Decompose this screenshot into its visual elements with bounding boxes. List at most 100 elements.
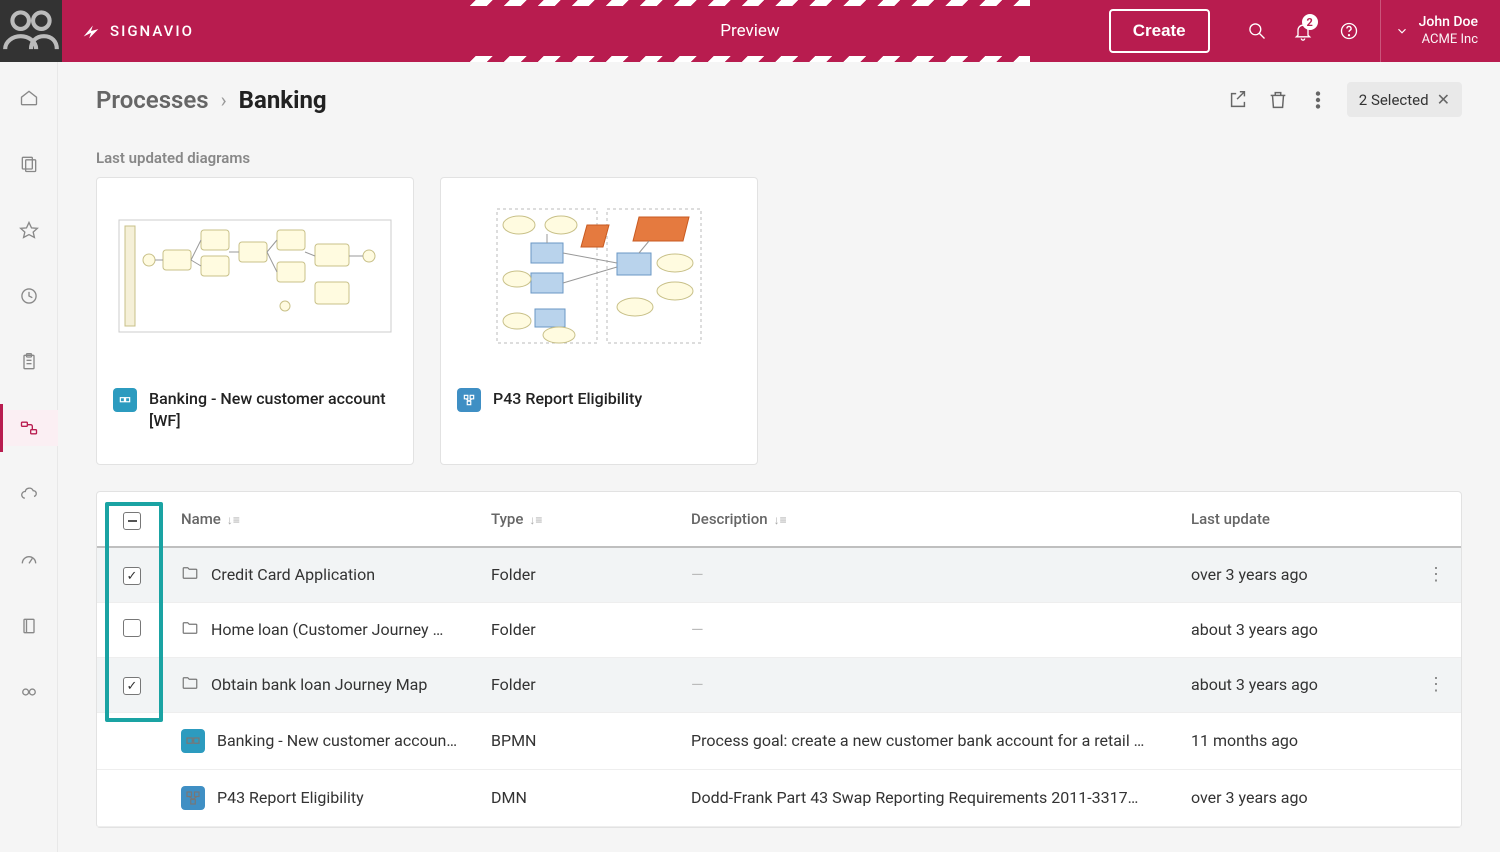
row-checkbox[interactable] [123, 677, 141, 695]
rail-links[interactable] [0, 674, 58, 710]
items-table: Name↓≡ Type↓≡ Description↓≡ Last update … [96, 491, 1462, 828]
bpmn-badge-icon [113, 388, 137, 412]
clear-selection-button[interactable]: ✕ [1437, 90, 1450, 109]
app-bar: SIGNAVIO Preview Create 2 John Doe ACME … [0, 0, 1500, 62]
row-description: — [691, 620, 704, 639]
row-more-button[interactable]: ⋮ [1427, 564, 1445, 585]
sort-icon: ↓≡ [529, 513, 542, 527]
left-rail [0, 62, 58, 852]
star-icon [19, 220, 39, 240]
brand[interactable]: SIGNAVIO [62, 20, 212, 42]
app-switcher[interactable] [0, 0, 62, 62]
breadcrumb-current: Banking [239, 86, 327, 114]
rail-recent[interactable] [0, 278, 58, 314]
breadcrumb-root[interactable]: Processes [96, 86, 209, 114]
row-description: — [691, 675, 704, 694]
user-org: ACME Inc [1419, 32, 1478, 48]
row-name-text: Obtain bank loan Journey Map [211, 675, 427, 694]
user-menu[interactable]: John Doe ACME Inc [1380, 0, 1500, 62]
card-title: Banking - New customer account [WF] [149, 388, 397, 431]
dmn-thumb-icon [489, 201, 709, 351]
breadcrumb: Processes › Banking [96, 86, 327, 114]
rail-collab[interactable] [0, 476, 58, 512]
row-last-update: over 3 years ago [1191, 565, 1308, 584]
diagram-thumbnail [97, 178, 413, 374]
rail-docs[interactable] [0, 608, 58, 644]
export-button[interactable] [1227, 89, 1249, 111]
notifications-badge: 2 [1302, 14, 1318, 30]
row-description: Dodd-Frank Part 43 Swap Reporting Requir… [691, 788, 1151, 807]
delete-button[interactable] [1267, 89, 1289, 111]
row-description: Process goal: create a new customer bank… [691, 731, 1151, 750]
cloud-icon [19, 484, 39, 504]
row-checkbox[interactable] [123, 567, 141, 585]
people-icon [0, 0, 62, 62]
row-more-button[interactable]: ⋮ [1427, 674, 1445, 695]
row-name-text: Banking - New customer accoun… [217, 731, 457, 750]
rail-dictionary[interactable] [0, 146, 58, 182]
row-last-update: over 3 years ago [1191, 788, 1308, 807]
table-row[interactable]: Banking - New customer accoun… BPMN Proces… [97, 712, 1461, 769]
brand-logo-icon [80, 20, 102, 42]
rail-tasks[interactable] [0, 344, 58, 380]
dmn-badge-icon [457, 388, 481, 412]
table-row[interactable]: Credit Card Application Folder — over 3 yea… [97, 547, 1461, 603]
gauge-icon [19, 550, 39, 570]
row-last-update: about 3 years ago [1191, 620, 1318, 639]
diagram-card[interactable]: P43 Report Eligibility [440, 177, 758, 465]
help-button[interactable] [1326, 0, 1372, 62]
search-icon [1247, 21, 1267, 41]
selection-chip: 2 Selected ✕ [1347, 82, 1462, 117]
table-row[interactable]: Home loan (Customer Journey …Folder—abou… [97, 602, 1461, 657]
link-icon [19, 682, 39, 702]
rail-processes[interactable] [0, 410, 58, 446]
col-header-type[interactable]: Type↓≡ [477, 492, 677, 547]
selection-count: 2 Selected [1359, 91, 1429, 109]
card-title: P43 Report Eligibility [493, 388, 642, 410]
search-button[interactable] [1234, 0, 1280, 62]
preview-label: Preview [720, 21, 779, 41]
rail-dashboard[interactable] [0, 542, 58, 578]
main: Processes › Banking 2 Selected ✕ Last up… [58, 62, 1500, 852]
create-button[interactable]: Create [1109, 9, 1210, 53]
row-name-text: Home loan (Customer Journey … [211, 620, 443, 639]
row-last-update: 11 months ago [1191, 731, 1298, 750]
table-row[interactable]: Obtain bank loan Journey Map Folder — about… [97, 657, 1461, 712]
more-actions-button[interactable] [1307, 89, 1329, 111]
rail-home[interactable] [0, 80, 58, 116]
chevron-right-icon: › [221, 88, 227, 112]
dmn-badge-icon [181, 786, 205, 810]
brand-text: SIGNAVIO [110, 22, 194, 40]
sort-icon: ↓≡ [227, 513, 240, 527]
home-icon [19, 88, 39, 108]
col-header-name[interactable]: Name↓≡ [167, 492, 477, 547]
folder-icon [181, 619, 199, 641]
row-type: Folder [491, 675, 536, 694]
col-header-description[interactable]: Description↓≡ [677, 492, 1177, 547]
cards-icon [19, 154, 39, 174]
section-title: Last updated diagrams [96, 149, 1462, 167]
book-icon [19, 616, 39, 636]
process-icon [19, 418, 39, 438]
clipboard-icon [19, 352, 39, 372]
history-icon [19, 286, 39, 306]
select-all-checkbox[interactable] [123, 512, 141, 530]
row-type: Folder [491, 565, 536, 584]
folder-icon [181, 564, 199, 586]
bpmn-badge-icon [181, 729, 205, 753]
folder-icon [181, 674, 199, 696]
col-header-last-update[interactable]: Last update [1177, 492, 1411, 547]
diagram-card[interactable]: Banking - New customer account [WF] [96, 177, 414, 465]
sort-icon: ↓≡ [774, 513, 787, 527]
row-type: DMN [491, 788, 527, 807]
preview-indicator: Preview [470, 0, 1030, 62]
rail-favorites[interactable] [0, 212, 58, 248]
chevron-down-icon [1395, 24, 1409, 38]
row-last-update: about 3 years ago [1191, 675, 1318, 694]
row-type: BPMN [491, 731, 536, 750]
row-checkbox[interactable] [123, 619, 141, 637]
notifications-button[interactable]: 2 [1280, 0, 1326, 62]
row-description: — [691, 565, 704, 584]
table-row[interactable]: P43 Report EligibilityDMNDodd-Frank Part… [97, 769, 1461, 826]
row-name-text: Credit Card Application [211, 565, 375, 584]
